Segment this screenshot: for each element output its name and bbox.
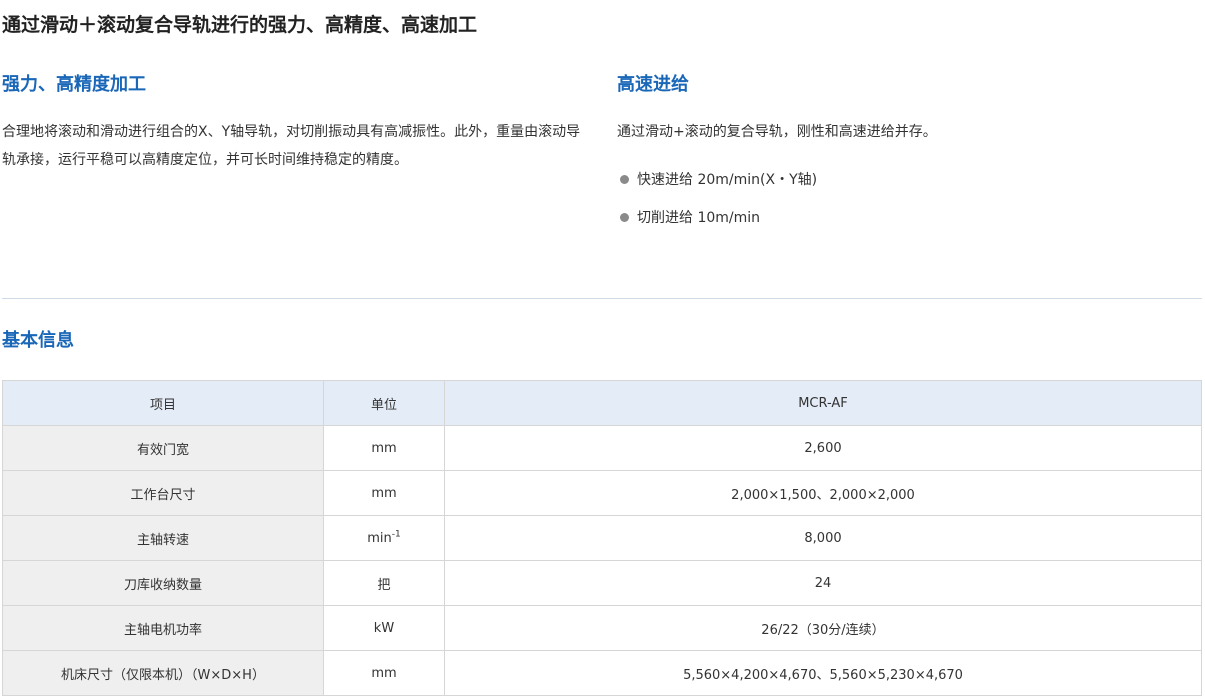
list-item: 快速进给 20m/min(X・Y轴) [620,160,817,198]
table-row: 主轴电机功率 kW 26/22（30分/连续） [2,605,1202,651]
table-row: 有效门宽 mm 2,600 [2,425,1202,471]
table-row: 刀库收纳数量 把 24 [2,560,1202,606]
row-item: 有效门宽 [2,425,324,471]
row-item: 工作台尺寸 [2,470,324,516]
row-value: 2,000×1,500、2,000×2,000 [444,470,1202,516]
section-text-strong-precision: 合理地将滚动和滑动进行组合的X、Y轴导轨，对切削振动具有高减振性。此外，重量由滚… [2,124,581,168]
row-value: 2,600 [444,425,1202,471]
row-unit: mm [323,470,445,516]
page-title: 通过滑动＋滚动复合导轨进行的强力、高精度、高速加工 [2,14,478,36]
row-value: 5,560×4,200×4,670、5,560×5,230×4,670 [444,650,1202,696]
row-item: 刀库收纳数量 [2,560,324,606]
basic-info-title: 基本信息 [2,330,74,351]
list-item-text: 快速进给 20m/min(X・Y轴) [637,172,818,188]
header-model: MCR-AF [444,380,1202,426]
section-divider [2,298,1202,299]
row-item: 主轴电机功率 [2,605,324,651]
section-text-high-speed-feed: 通过滑动+滚动的复合导轨，刚性和高速进给并存。 [617,124,937,140]
section-title-high-speed-feed: 高速进给 [617,74,689,95]
row-item: 主轴转速 [2,515,324,561]
row-unit: 把 [323,560,445,606]
list-item: 切削进给 10m/min [620,198,817,236]
table-row: 工作台尺寸 mm 2,000×1,500、2,000×2,000 [2,470,1202,516]
header-unit: 单位 [323,380,445,426]
row-unit: mm [323,650,445,696]
table-row: 机床尺寸（仅限本机）（W×D×H） mm 5,560×4,200×4,670、5… [2,650,1202,696]
feed-spec-list: 快速进给 20m/min(X・Y轴) 切削进给 10m/min [620,160,817,236]
row-value: 24 [444,560,1202,606]
row-item: 机床尺寸（仅限本机）（W×D×H） [2,650,324,696]
row-value: 26/22（30分/连续） [444,605,1202,651]
unit-base: min [367,530,392,546]
bullet-dot-icon [620,175,629,184]
list-item-text: 切削进给 10m/min [637,210,761,226]
row-unit: min-1 [323,515,445,561]
section-title-strong-precision: 强力、高精度加工 [2,74,146,95]
spec-table: 项目 单位 MCR-AF 有效门宽 mm 2,600 工作台尺寸 mm 2,00… [2,380,1202,696]
table-header-row: 项目 单位 MCR-AF [2,380,1202,426]
row-unit: mm [323,425,445,471]
table-row: 主轴转速 min-1 8,000 [2,515,1202,561]
unit-superscript: -1 [391,529,401,540]
row-value: 8,000 [444,515,1202,561]
header-item: 项目 [2,380,324,426]
row-unit: kW [323,605,445,651]
bullet-dot-icon [620,213,629,222]
